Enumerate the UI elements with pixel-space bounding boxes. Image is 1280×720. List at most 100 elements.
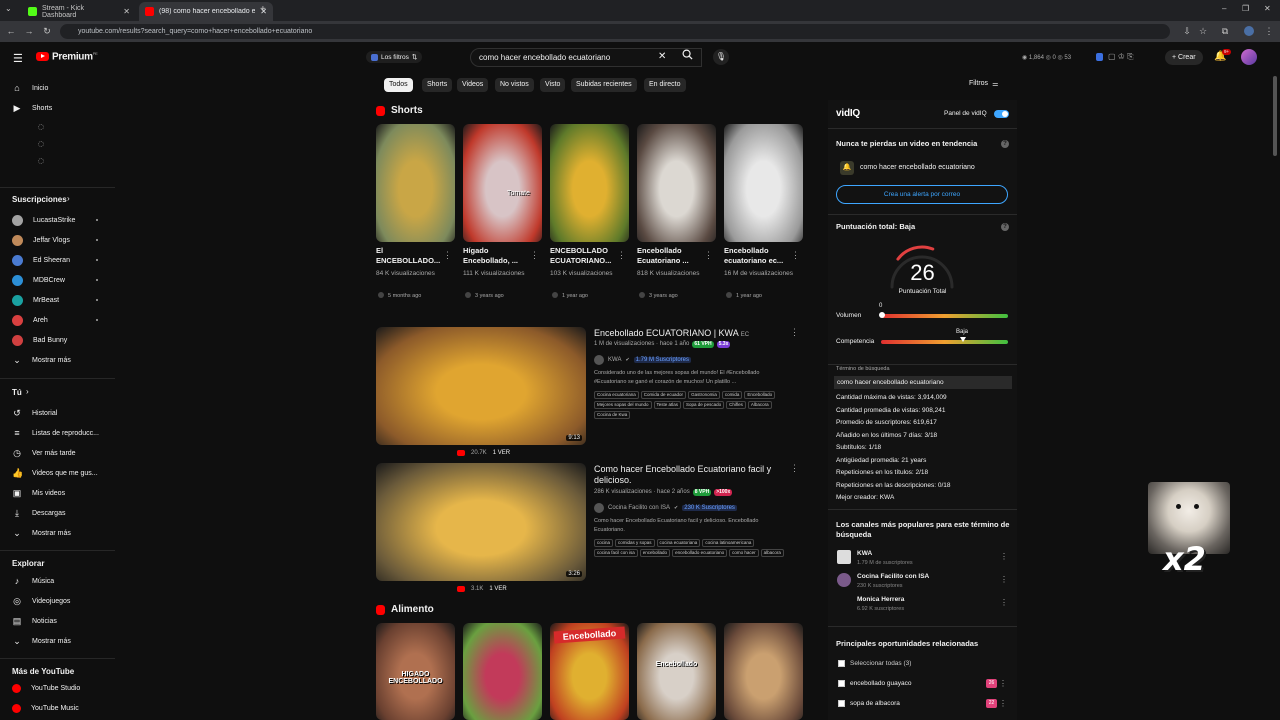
video-title[interactable]: Como hacer Encebollado Ecuatoriano facil… xyxy=(594,464,784,486)
bookmark-star-icon[interactable]: ☆ xyxy=(1196,26,1210,37)
alimento-short-thumbnail[interactable]: HIGADO ENCEBOLLADO xyxy=(376,623,455,720)
ext-icons[interactable]: ▢ ♔ ⎘ xyxy=(1108,52,1134,62)
search-button[interactable] xyxy=(675,48,699,67)
more-options-icon[interactable]: ⋮ xyxy=(704,250,713,261)
short-thumbnail[interactable] xyxy=(637,124,716,242)
minimize-icon[interactable]: – xyxy=(1222,4,1226,13)
sidebar-item-mdbcrew[interactable]: MDBCrew xyxy=(12,275,65,286)
sidebar-item-listas-de-reproducc-[interactable]: ≡ Listas de reproducc... xyxy=(12,428,99,438)
video-thumbnail[interactable]: 9:13 xyxy=(376,327,586,445)
url-field[interactable]: youtube.com/results?search_query=como+ha… xyxy=(60,24,1170,39)
video-tag[interactable]: comida xyxy=(721,391,743,399)
browser-menu-icon[interactable]: ⋮ xyxy=(1262,26,1276,37)
more-options-icon[interactable]: ⋮ xyxy=(999,699,1007,708)
select-all-row[interactable]: Seleccionar todas (3) xyxy=(838,660,911,667)
more-options-icon[interactable]: ⋮ xyxy=(999,679,1007,688)
sidebar-item-ver-m-s-tarde[interactable]: ◷ Ver más tarde xyxy=(12,448,76,458)
reload-icon[interactable]: ↻ xyxy=(40,26,54,37)
video-tag[interactable]: Comida de ecuador xyxy=(640,391,687,399)
sidebar-item-m-sica[interactable]: ♪ Música xyxy=(12,576,54,586)
sidebar-item-mostrar-m-s[interactable]: ⌄ Mostrar más xyxy=(12,355,71,365)
alimento-short-thumbnail[interactable] xyxy=(463,623,542,720)
search-input[interactable]: como hacer encebollado ecuatoriano xyxy=(470,48,702,67)
tab-menu-icon[interactable]: ⌄ xyxy=(5,4,12,13)
more-options-icon[interactable]: ⋮ xyxy=(1000,575,1008,584)
video-tag[interactable]: Teste atlas xyxy=(653,401,682,409)
short-thumbnail[interactable] xyxy=(376,124,455,242)
chip-subidas-recientes[interactable]: Subidas recientes xyxy=(571,78,637,92)
short-thumbnail[interactable] xyxy=(550,124,629,242)
forward-icon[interactable]: → xyxy=(22,26,36,36)
short-title[interactable]: El ENCEBOLLADO... xyxy=(376,246,446,266)
more-options-icon[interactable]: ⋮ xyxy=(530,250,539,261)
video-tag[interactable]: Cocina de Kwa xyxy=(594,411,631,419)
video-tag[interactable]: Sopa de pescado xyxy=(683,401,725,409)
sidebar-item-shorts[interactable]: ▶ Shorts xyxy=(12,103,53,113)
sidebar-item-mostrar-m-s[interactable]: ⌄ Mostrar más xyxy=(12,636,71,646)
video-channel[interactable]: KWA ✔ 1.79 M Suscriptores xyxy=(594,355,692,365)
more-options-icon[interactable]: ⋮ xyxy=(617,250,626,261)
top-channel-name[interactable]: Monica Herrera xyxy=(857,596,904,603)
sidebar-item-mis-videos[interactable]: ▣ Mis videos xyxy=(12,488,65,498)
create-email-alert-button[interactable]: Crea una alerta por correo xyxy=(836,185,1008,204)
filters-button[interactable]: Filtros ⚌ xyxy=(969,80,998,88)
short-title[interactable]: Encebollado ecuatoriano ec... xyxy=(724,246,794,266)
video-tag[interactable]: cocina xyxy=(594,539,614,547)
short-title[interactable]: ENCEBOLLADO ECUATORIANO... xyxy=(550,246,620,266)
more-options-icon[interactable]: ⋮ xyxy=(1000,552,1008,561)
subscriptions-heading[interactable]: Suscripciones xyxy=(12,195,67,204)
video-tag[interactable]: Gastronomia xyxy=(688,391,720,399)
browser-tab-kick[interactable]: Stream - Kick Dashboard ✕ xyxy=(22,2,136,21)
more-options-icon[interactable]: ⋮ xyxy=(443,250,452,261)
install-icon[interactable]: ⇩ xyxy=(1180,26,1194,37)
close-tab-icon[interactable]: ✕ xyxy=(123,7,130,16)
chip-visto[interactable]: Visto xyxy=(540,78,566,92)
opportunity-checkbox[interactable] xyxy=(838,680,845,687)
video-tag[interactable]: cocina latinoamericana xyxy=(702,539,755,547)
chip-todos[interactable]: Todos xyxy=(384,78,413,92)
video-title[interactable]: Encebollado ECUATORIANO | KWA EC xyxy=(594,328,784,341)
sidebar-item-areh[interactable]: Areh xyxy=(12,315,48,326)
sidebar-item-noticias[interactable]: ▤ Noticias xyxy=(12,616,57,626)
new-tab-icon[interactable]: + xyxy=(260,4,266,15)
back-icon[interactable]: ← xyxy=(4,26,18,36)
sidebar-item-mostrar-m-s[interactable]: ⌄ Mostrar más xyxy=(12,528,71,538)
chip-en-directo[interactable]: En directo xyxy=(644,78,686,92)
vidiq-panel-toggle[interactable] xyxy=(994,110,1009,118)
video-tag[interactable]: como hacer xyxy=(729,549,759,557)
video-channel[interactable]: Cocina Facilito con ISA ✔ 230 K Suscriptor… xyxy=(594,503,737,513)
sidebar-item-lucastastrike[interactable]: LucastaStrike xyxy=(12,215,75,226)
more-options-icon[interactable]: ⋮ xyxy=(791,250,800,261)
sidebar-item-videojuegos[interactable]: ◎ Videojuegos xyxy=(12,596,70,606)
sidebar-item-videos-que-me-gus-[interactable]: 👍 Videos que me gus... xyxy=(12,468,98,478)
sidebar-item-youtube-studio[interactable]: YouTube Studio xyxy=(12,684,80,693)
short-thumbnail[interactable] xyxy=(724,124,803,242)
video-tag[interactable]: encebollado ecuatoriano xyxy=(672,549,728,557)
video-tag[interactable]: albacora xyxy=(760,549,784,557)
help-icon[interactable]: ? xyxy=(1001,223,1009,231)
account-avatar[interactable] xyxy=(1241,49,1257,65)
vidiq-icon[interactable] xyxy=(1096,53,1103,61)
chip-no-vistos[interactable]: No vistos xyxy=(495,78,534,92)
video-tag[interactable]: cocina ecuatoriana xyxy=(656,539,701,547)
voice-search-button[interactable]: 🎙 xyxy=(713,49,729,65)
browser-tab-youtube[interactable]: (98) como hacer encebollado ecuatoriano … xyxy=(139,2,273,21)
clear-search-icon[interactable]: ✕ xyxy=(658,51,666,62)
alimento-short-thumbnail[interactable]: Encebollado xyxy=(550,623,629,720)
video-tag[interactable]: Cocina ecuatoriana xyxy=(594,391,639,399)
short-title[interactable]: Encebollado Ecuatoriano ... xyxy=(637,246,707,266)
sidebar-item-bad-bunny[interactable]: Bad Bunny xyxy=(12,335,67,346)
create-button[interactable]: + Crear xyxy=(1165,50,1203,65)
opportunity-row[interactable]: sopa de albacora xyxy=(838,700,900,707)
top-channel-name[interactable]: KWA xyxy=(857,550,872,557)
youtube-premium-logo[interactable]: PremiumPE xyxy=(52,51,98,62)
video-tag[interactable]: encebollado xyxy=(639,549,671,557)
sidebar-item-jeffar-vlogs[interactable]: Jeffar Vlogs xyxy=(12,235,70,246)
short-title[interactable]: Hígado Encebollado, ... xyxy=(463,246,533,266)
alimento-short-thumbnail[interactable]: Encebollado xyxy=(637,623,716,720)
sidebar-item-historial[interactable]: ↺ Historial xyxy=(12,408,57,418)
more-options-icon[interactable]: ⋮ xyxy=(790,463,799,474)
opportunity-checkbox[interactable] xyxy=(838,700,845,707)
video-tag[interactable]: Mejores sopas del mundo xyxy=(594,401,652,409)
more-options-icon[interactable]: ⋮ xyxy=(790,327,799,338)
